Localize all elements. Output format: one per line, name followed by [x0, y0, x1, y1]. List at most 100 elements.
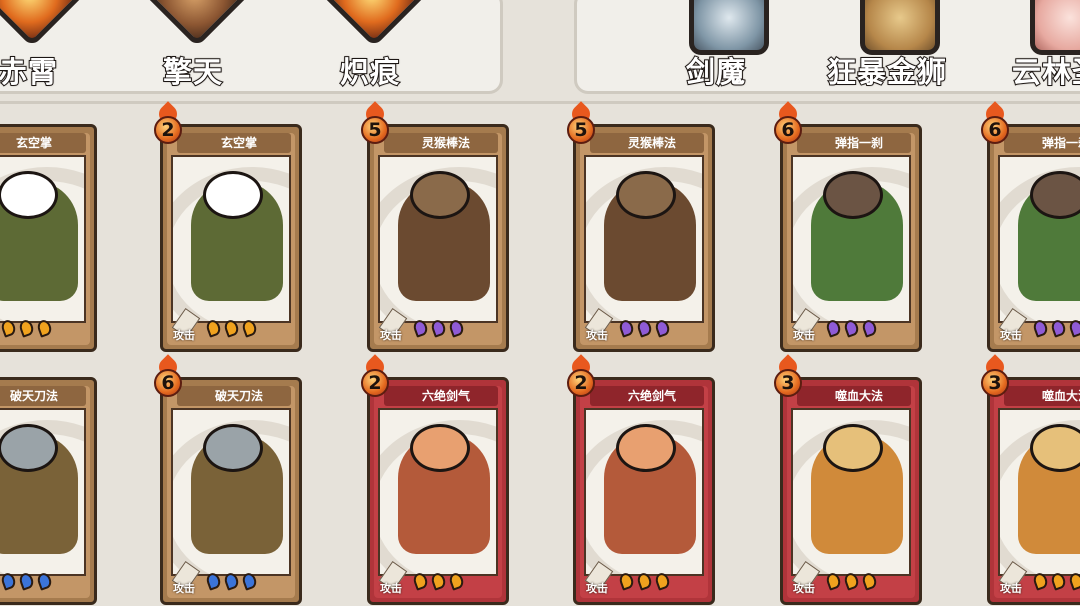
skill-card[interactable]: 玄空掌2攻击 — [154, 101, 302, 352]
energy-dot-icon — [617, 571, 636, 591]
energy-dot-icon — [1067, 318, 1080, 338]
energy-dot-icon — [429, 318, 448, 338]
cost-badge: 6 — [771, 101, 805, 145]
red-warrior-portrait — [0, 0, 88, 48]
energy-dot-icon — [222, 571, 241, 591]
skill-card[interactable]: 灵猴棒法 5 攻击 — [361, 101, 509, 352]
cost-value: 6 — [161, 372, 175, 394]
energy-dot-icon — [860, 318, 879, 338]
skill-card[interactable]: 六绝剑气 2 攻击 — [567, 354, 715, 605]
energy-dot-icon — [1031, 318, 1050, 338]
card-footer: 攻击 — [378, 561, 498, 598]
card-footer: 攻击 — [0, 318, 86, 345]
card-footer: 攻击 — [584, 308, 704, 345]
card-type: 攻击 — [586, 329, 608, 342]
cost-badge: 2 — [358, 354, 392, 398]
energy-dot-icon — [222, 318, 241, 338]
energy-dot-icon — [35, 318, 54, 338]
energy-dot-icon — [411, 318, 430, 338]
skill-card[interactable]: 破天刀法6攻击 — [0, 377, 97, 605]
skill-card[interactable]: 六绝剑气 2 攻击 — [361, 354, 509, 605]
card-title: 噬血大法 — [1041, 389, 1080, 403]
cost-value: 5 — [368, 119, 382, 141]
cost-badge: 2 — [151, 101, 185, 145]
badger-palm-art — [0, 155, 86, 323]
card-footer: 攻击 — [378, 308, 498, 345]
golden-lion-portrait — [860, 0, 940, 55]
card-type: 攻击 — [793, 329, 815, 342]
energy-dot-icon — [842, 571, 861, 591]
beaver-finger-art — [791, 155, 911, 323]
card-type: 攻击 — [380, 582, 402, 595]
hero-name: 云林圣 — [1011, 54, 1080, 90]
hero-panel-right: 剑魔 狂暴金狮 云林圣 — [574, 0, 1080, 94]
card-footer: 攻击 — [998, 561, 1080, 598]
cost-value: 2 — [574, 372, 588, 394]
sword-fingers-art — [584, 408, 704, 576]
skill-card[interactable]: 弹指一刹 6 攻击 — [774, 101, 922, 352]
energy-dot-icon — [824, 571, 843, 591]
skill-card[interactable]: 灵猴棒法 5 攻击 — [567, 101, 715, 352]
card-footer: 攻击 — [0, 571, 86, 598]
hero-name: 擎天 — [162, 54, 223, 90]
hero-name: 剑魔 — [685, 54, 746, 90]
hero-slot[interactable]: 赤霄 — [0, 0, 103, 91]
cost-value: 3 — [988, 372, 1002, 394]
card-type: 攻击 — [380, 329, 402, 342]
tree-demon-portrait — [141, 0, 253, 48]
card-title: 灵猴棒法 — [421, 136, 470, 150]
cost-value: 2 — [368, 372, 382, 394]
badger-palm-art — [171, 155, 291, 323]
hero-name: 赤霄 — [0, 54, 58, 90]
energy-dots — [617, 318, 674, 340]
energy-dots — [204, 571, 261, 593]
card-title: 破天刀法 — [9, 389, 58, 403]
card-type: 攻击 — [1000, 582, 1022, 595]
hero-slot[interactable]: 剑魔 — [641, 0, 791, 91]
hero-slot[interactable]: 擎天 — [118, 0, 268, 91]
energy-dots — [1031, 318, 1080, 340]
energy-dots — [824, 571, 881, 593]
hero-slot[interactable]: 狂暴金狮 — [812, 0, 962, 91]
energy-dot-icon — [447, 571, 466, 591]
character-head — [0, 171, 58, 219]
cost-value: 3 — [781, 372, 795, 394]
card-footer: 攻击 — [791, 561, 911, 598]
hero-slot[interactable]: 云林圣 — [982, 0, 1080, 91]
character-head — [410, 171, 470, 219]
leopard-blood-art — [791, 408, 911, 576]
skill-card[interactable]: 玄空掌2攻击 — [0, 124, 97, 352]
card-title: 弹指一刹 — [834, 136, 883, 150]
cost-value: 6 — [988, 119, 1002, 141]
crane-blade-art — [0, 408, 86, 576]
cost-badge: 5 — [358, 101, 392, 145]
energy-dot-icon — [204, 571, 223, 591]
hero-slot[interactable]: 炽痕 — [295, 0, 445, 91]
energy-dot-icon — [204, 318, 223, 338]
card-title: 破天刀法 — [214, 389, 263, 403]
energy-dot-icon — [635, 571, 654, 591]
energy-dot-icon — [617, 318, 636, 338]
cost-value: 5 — [574, 119, 588, 141]
card-title: 灵猴棒法 — [627, 136, 676, 150]
monkey-staff-art — [584, 155, 704, 323]
skill-card[interactable]: 破天刀法6攻击 — [154, 354, 302, 605]
energy-dot-icon — [635, 318, 654, 338]
energy-dot-icon — [240, 318, 259, 338]
cost-badge: 5 — [564, 101, 598, 145]
skill-card[interactable]: 噬血大法 3 攻击 — [774, 354, 922, 605]
skill-card[interactable]: 弹指一刹 6 攻击 — [981, 101, 1080, 352]
energy-dot-icon — [17, 318, 36, 338]
card-type: 攻击 — [1000, 329, 1022, 342]
energy-dot-icon — [429, 571, 448, 591]
energy-dots — [0, 318, 56, 340]
card-footer: 攻击 — [584, 561, 704, 598]
skill-card[interactable]: 噬血大法 3 攻击 — [981, 354, 1080, 605]
character-head — [823, 171, 883, 219]
card-title: 六绝剑气 — [627, 389, 676, 403]
leopard-blood-art — [998, 408, 1080, 576]
pink-sage-portrait — [1030, 0, 1080, 55]
card-title: 玄空掌 — [15, 136, 52, 150]
energy-dot-icon — [1067, 571, 1080, 591]
beaver-finger-art — [998, 155, 1080, 323]
